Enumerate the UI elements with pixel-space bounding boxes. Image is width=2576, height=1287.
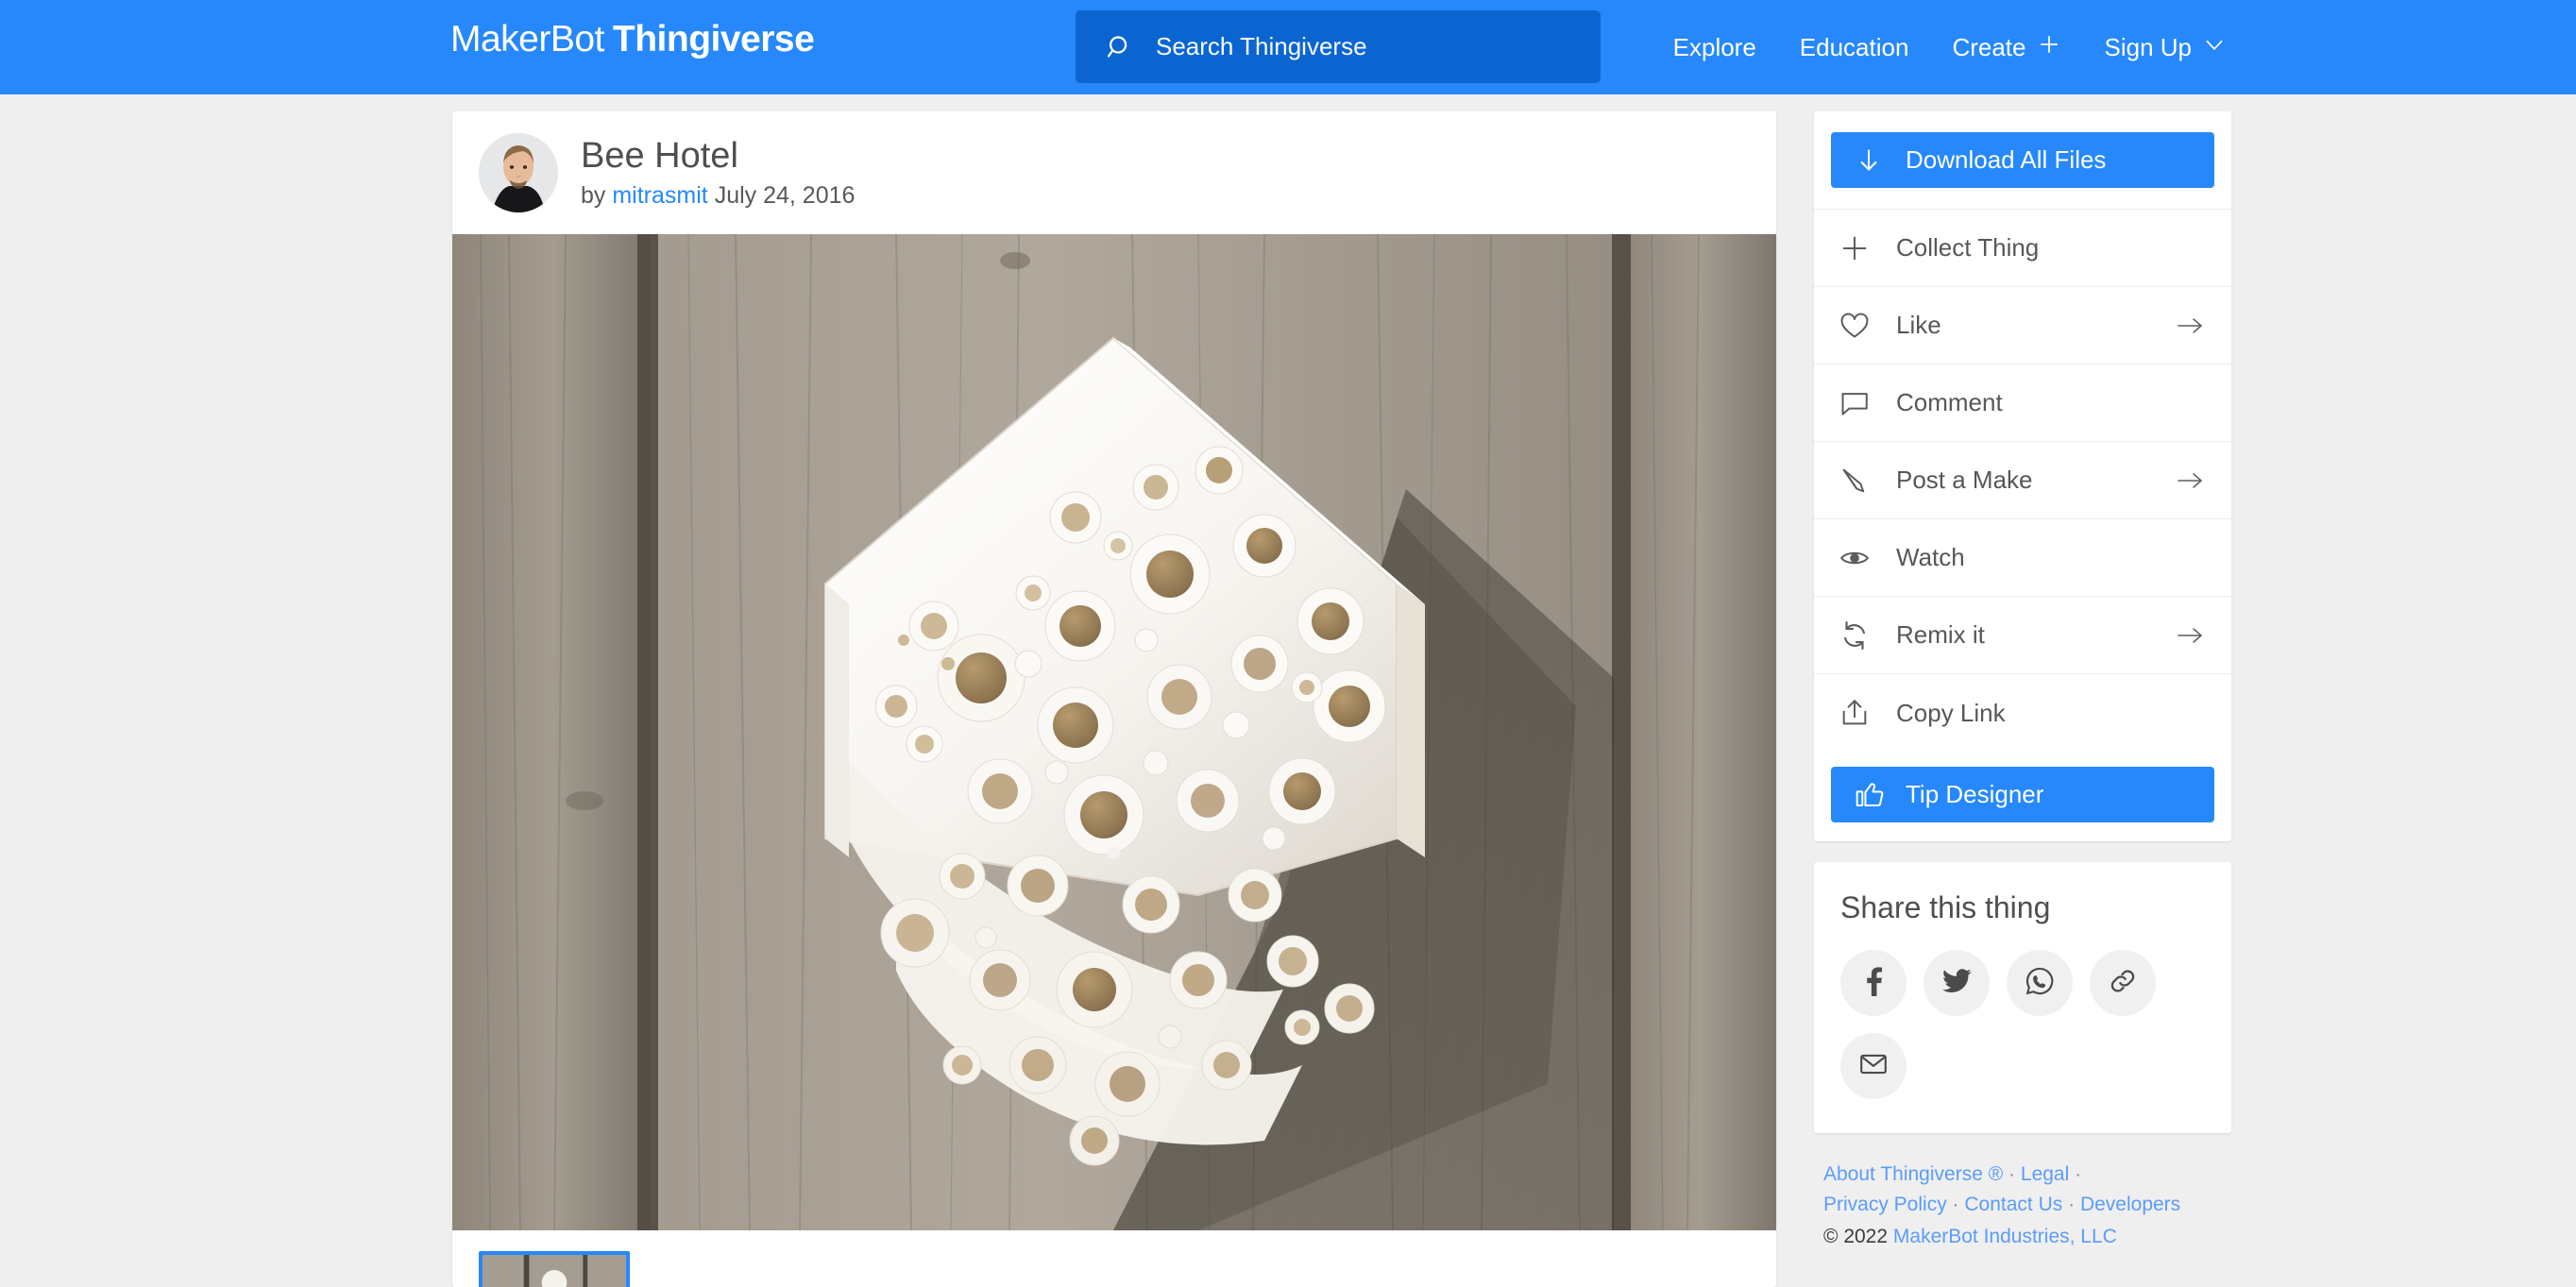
thumbnail-item[interactable]: [479, 1251, 630, 1287]
arrow-right-icon: [2177, 470, 2205, 491]
footer-line-2: Privacy Policy · Contact Us · Developers: [1823, 1190, 2231, 1220]
page-body: Bee Hotel by mitrasmit July 24, 2016 Dow…: [0, 94, 2576, 1287]
action-collect-thing[interactable]: Collect Thing: [1814, 210, 2231, 287]
avatar[interactable]: [479, 133, 558, 212]
action-label: Collect Thing: [1896, 233, 2040, 262]
copyright-year: 2022: [1843, 1225, 1889, 1247]
action-remix-it[interactable]: Remix it: [1814, 597, 2231, 674]
footer-separator: ·: [2075, 1163, 2082, 1185]
chevron-down-icon: [2202, 32, 2227, 63]
action-list: Collect Thing Like Comment Post a Make W…: [1814, 209, 2231, 752]
search-icon: [1106, 33, 1134, 61]
thing-main-card: Bee Hotel by mitrasmit July 24, 2016: [452, 111, 1776, 1287]
action-watch[interactable]: Watch: [1814, 519, 2231, 597]
nav-label-create: Create: [1952, 32, 2026, 61]
actions-card: Download All Files Collect Thing Like Co…: [1814, 111, 2231, 841]
footer-link-about[interactable]: About Thingiverse ®: [1823, 1163, 2003, 1185]
share-title: Share this thing: [1840, 890, 2051, 924]
share-twitter-button[interactable]: [1924, 950, 1990, 1016]
logo-makerbot: MakerBot: [450, 19, 604, 59]
action-label: Post a Make: [1896, 466, 2033, 494]
heart-icon: [1839, 310, 1871, 342]
nav-item-create[interactable]: Create: [1952, 32, 2060, 63]
footer-separator: ·: [1952, 1193, 1959, 1215]
tip-designer-label: Tip Designer: [1906, 780, 2044, 808]
footer-link-developers[interactable]: Developers: [2080, 1194, 2180, 1215]
top-navigation-bar: MakerBot Thingiverse Search Thingiverse E…: [0, 0, 2576, 94]
action-copy-link[interactable]: Copy Link: [1814, 674, 2231, 752]
email-icon: [1858, 1049, 1889, 1084]
author-link[interactable]: mitrasmit: [612, 182, 707, 209]
footer-link-privacy-policy[interactable]: Privacy Policy: [1823, 1194, 1947, 1215]
link-icon: [2108, 966, 2138, 1001]
twitter-icon: [1941, 966, 1972, 1001]
action-label: Like: [1896, 311, 1941, 339]
byline-prefix: by: [581, 182, 606, 210]
footer-line-1: About Thingiverse ® · Legal ·: [1823, 1160, 2231, 1190]
plus-icon: [1839, 232, 1871, 264]
site-logo[interactable]: MakerBot Thingiverse: [450, 19, 815, 59]
primary-nav: Explore Education Create Sign Up: [1673, 0, 2227, 94]
arrow-right-icon: [2177, 315, 2205, 336]
hero-image[interactable]: [452, 234, 1776, 1230]
action-label: Remix it: [1896, 620, 1985, 649]
footer-separator: ·: [2008, 1163, 2016, 1185]
thumbnail-strip: [452, 1230, 1776, 1287]
search-input[interactable]: Search Thingiverse: [1076, 10, 1601, 83]
thing-header: Bee Hotel by mitrasmit July 24, 2016: [452, 111, 1776, 234]
logo-thingiverse: Thingiverse: [612, 19, 815, 59]
share-facebook-button[interactable]: [1840, 950, 1907, 1016]
plus-icon: [2037, 32, 2061, 63]
action-comment[interactable]: Comment: [1814, 364, 2231, 442]
whatsapp-icon: [2025, 966, 2055, 1001]
copyright-symbol: ©: [1823, 1225, 1839, 1247]
remix-refresh-icon: [1839, 619, 1871, 652]
footer-link-legal[interactable]: Legal: [2021, 1163, 2069, 1185]
download-arrow-icon: [1855, 146, 1883, 175]
thumbs-up-icon: [1855, 781, 1885, 809]
footer-separator: ·: [2068, 1193, 2076, 1215]
eye-icon: [1839, 542, 1871, 574]
footer-copyright: © 2022 MakerBot Industries, LLC: [1823, 1222, 2231, 1252]
publish-date: July 24, 2016: [714, 182, 856, 210]
nav-label-sign-up: Sign Up: [2104, 32, 2193, 61]
thing-header-text: Bee Hotel by mitrasmit July 24, 2016: [581, 136, 855, 211]
action-like[interactable]: Like: [1814, 287, 2231, 364]
download-all-files-label: Download All Files: [1906, 145, 2107, 174]
action-label: Watch: [1896, 543, 1965, 571]
share-whatsapp-button[interactable]: [2007, 950, 2073, 1016]
search-placeholder-text: Search Thingiverse: [1156, 32, 1367, 60]
comment-icon: [1839, 387, 1871, 419]
nav-item-sign-up[interactable]: Sign Up: [2105, 32, 2228, 63]
facebook-icon: [1858, 966, 1889, 1001]
site-footer: About Thingiverse ® · Legal · Privacy Po…: [1814, 1160, 2231, 1252]
action-label: Comment: [1896, 388, 2003, 416]
nav-label-education: Education: [1799, 32, 1909, 61]
footer-link-makerbot[interactable]: MakerBot Industries, LLC: [1893, 1226, 2117, 1247]
nav-label-explore: Explore: [1672, 32, 1756, 61]
share-upload-icon: [1839, 697, 1871, 729]
share-copy-link-button[interactable]: [2090, 950, 2156, 1016]
nav-item-education[interactable]: Education: [1800, 33, 1909, 62]
page-title: Bee Hotel: [581, 135, 738, 176]
arrow-right-icon: [2177, 625, 2205, 646]
share-buttons: [1814, 950, 2184, 1099]
share-card: Share this thing: [1814, 862, 2231, 1133]
action-post-a-make[interactable]: Post a Make: [1814, 442, 2231, 519]
action-label: Copy Link: [1896, 698, 2006, 727]
thing-sidebar: Download All Files Collect Thing Like Co…: [1814, 111, 2231, 1252]
share-email-button[interactable]: [1840, 1033, 1907, 1099]
thing-byline: by mitrasmit July 24, 2016: [581, 182, 855, 210]
pencil-icon: [1839, 465, 1871, 497]
tip-designer-button[interactable]: Tip Designer: [1831, 767, 2214, 822]
download-all-files-button[interactable]: Download All Files: [1831, 132, 2214, 188]
nav-item-explore[interactable]: Explore: [1673, 33, 1756, 62]
footer-link-contact-us[interactable]: Contact Us: [1964, 1194, 2062, 1215]
